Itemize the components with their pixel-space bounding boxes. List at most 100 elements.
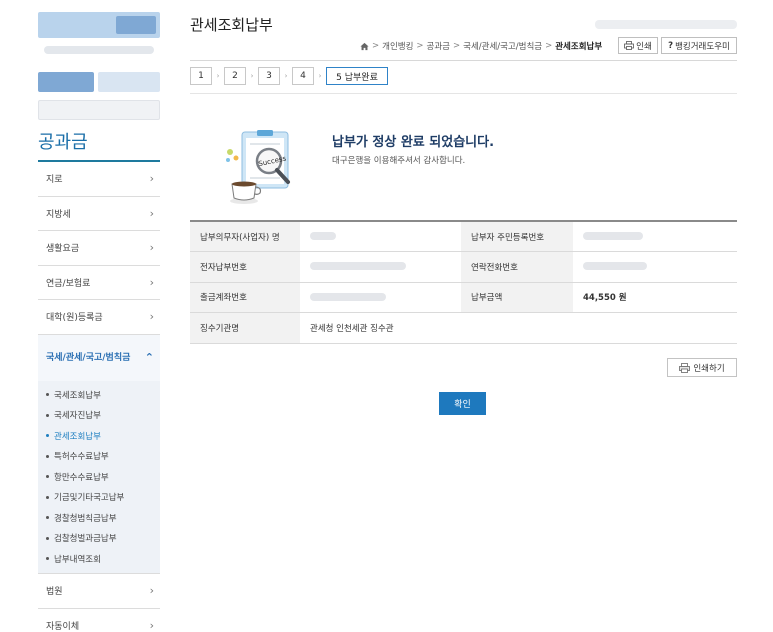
breadcrumb-separator: > (453, 41, 461, 51)
printer-icon (624, 41, 635, 50)
submenu-item-label: 국세자진납부 (54, 411, 101, 422)
redacted-value (310, 292, 386, 301)
table-value-cell (573, 221, 737, 252)
sidebar-item-label: 자동이체 (46, 621, 80, 632)
submenu-item-current[interactable]: 관세조회납부 (46, 426, 160, 447)
submenu-item[interactable]: 납부내역조회 (46, 549, 160, 570)
submenu-item[interactable]: 항만수수료납부 (46, 467, 160, 488)
search-box[interactable] (38, 100, 160, 120)
bullet-icon (46, 434, 49, 438)
table-header-cell: 납부의무자(사업자) 명 (190, 221, 300, 252)
table-row: 출금계좌번호 납부금액 44,550 원 (190, 282, 737, 313)
redacted-value (583, 262, 647, 271)
submenu-item[interactable]: 국세조회납부 (46, 385, 160, 406)
confirm-button[interactable]: 확인 (439, 392, 486, 415)
table-row: 징수기관명 관세청 인천세관 징수관 (190, 312, 737, 344)
submenu-item[interactable]: 검찰청벌과금납부 (46, 528, 160, 549)
submenu-item-label: 기금및기타국고납부 (54, 493, 125, 504)
chevron-right-icon: › (149, 241, 154, 255)
sidebar-item-label: 대학(원)등록금 (46, 313, 103, 324)
submenu-item[interactable]: 경찰청범칙금납부 (46, 508, 160, 529)
print-label: 인쇄 (636, 41, 652, 52)
submenu-item-label: 납부내역조회 (54, 554, 101, 565)
sidebar-item-label: 법원 (46, 587, 63, 598)
payment-amount: 44,550 원 (573, 282, 737, 313)
sidebar-item-pension[interactable]: 연금/보험료 › (38, 266, 160, 300)
breadcrumb-separator: > (416, 41, 424, 51)
sidebar-item-giro[interactable]: 지로 › (38, 162, 160, 197)
sidebar-item-utility[interactable]: 생활요금 › (38, 231, 160, 266)
redacted-value (583, 232, 643, 240)
clipboard-clip (257, 130, 273, 136)
breadcrumb-current: 관세조회납부 (555, 42, 603, 52)
table-header-cell: 납부자 주민등록번호 (461, 221, 573, 252)
submenu-item[interactable]: 기금및기타국고납부 (46, 487, 160, 508)
submenu-item-label: 국세조회납부 (54, 390, 101, 401)
sidebar-item-court[interactable]: 법원 › (38, 574, 160, 609)
question-icon: ? (668, 40, 674, 51)
submenu-item[interactable]: 특허수수료납부 (46, 446, 160, 467)
page-title: 관세조회납부 (190, 16, 273, 34)
login-button[interactable] (38, 12, 160, 38)
chevron-right-icon: › (149, 310, 154, 324)
bullet-icon (46, 454, 49, 458)
submenu-item-label: 관세조회납부 (54, 431, 101, 442)
table-value-cell (300, 282, 461, 313)
redacted-value (310, 232, 336, 240)
printer-icon (679, 362, 691, 373)
chevron-right-icon: › (149, 206, 154, 220)
step-arrow-icon: › (284, 72, 288, 80)
breadcrumb: > 개인뱅킹 > 공과금 > 국세/관세/국고/범칙금 > 관세조회납부 (360, 40, 602, 52)
decor-dot (226, 158, 230, 162)
submenu-item[interactable]: 국세자진납부 (46, 405, 160, 426)
banking-help-button[interactable]: ? 뱅킹거래도우미 (661, 37, 737, 54)
bullet-icon (46, 413, 49, 417)
sidebar: 공과금 지로 › 지방세 › 생활요금 › 연금/보험료 › 대학(원)등록금 … (38, 12, 160, 632)
home-icon[interactable] (360, 42, 369, 51)
submenu-item-label: 검찰청벌과금납부 (54, 534, 117, 545)
redacted-value (310, 262, 406, 271)
step-5-current: 5 납부완료 (326, 67, 388, 85)
breadcrumb-item[interactable]: 국세/관세/국고/범칙금 (463, 40, 542, 52)
bullet-icon (46, 495, 49, 499)
table-row: 전자납부번호 연락전화번호 (190, 251, 737, 283)
chevron-right-icon: › (149, 275, 154, 289)
account-button[interactable] (38, 72, 94, 92)
chevron-right-icon: › (149, 584, 154, 598)
login-box (38, 12, 160, 120)
redacted-header-info (595, 20, 737, 29)
sidebar-item-label: 연금/보험료 (46, 278, 91, 289)
sidebar-item-local-tax[interactable]: 지방세 › (38, 197, 160, 231)
step-2: 2 (224, 67, 246, 85)
bullet-icon (46, 536, 49, 540)
result-title: 납부가 정상 완료 되었습니다. (332, 135, 495, 150)
settings-button[interactable] (98, 72, 160, 92)
step-4: 4 (292, 67, 314, 85)
print-button-label: 인쇄하기 (693, 363, 725, 374)
chevron-right-icon: › (149, 172, 154, 186)
sidebar-item-tuition[interactable]: 대학(원)등록금 › (38, 300, 160, 335)
payment-info-table: 납부의무자(사업자) 명 납부자 주민등록번호 전자납부번호 연락전화번호 출금… (190, 220, 737, 344)
print-button[interactable]: 인쇄하기 (667, 358, 737, 377)
submenu-item-label: 경찰청범칙금납부 (54, 513, 117, 524)
breadcrumb-item[interactable]: 개인뱅킹 (382, 40, 413, 52)
table-value-cell (300, 251, 461, 283)
decor-dot (227, 149, 233, 155)
table-header-cell: 전자납부번호 (190, 251, 300, 283)
collecting-agency: 관세청 인천세관 징수관 (300, 312, 737, 344)
bullet-icon (46, 475, 49, 479)
login-info-line (44, 46, 154, 54)
step-arrow-icon: › (250, 72, 254, 80)
table-header-cell: 납부금액 (461, 282, 573, 313)
table-value-cell (573, 251, 737, 283)
print-button-top[interactable]: 인쇄 (618, 37, 658, 54)
sidebar-item-label: 생활요금 (46, 244, 80, 255)
step-arrow-icon: › (216, 72, 220, 80)
breadcrumb-item[interactable]: 공과금 (427, 40, 450, 52)
submenu-item-label: 항만수수료납부 (54, 472, 109, 483)
table-header-cell: 연락전화번호 (461, 251, 573, 283)
sidebar-item-national-tax[interactable]: 국세/관세/국고/범칙금 ⌃ (38, 334, 160, 381)
table-header-cell: 출금계좌번호 (190, 282, 300, 313)
sidebar-item-autotransfer[interactable]: 자동이체 › (38, 609, 160, 632)
login-button-accent (116, 16, 156, 34)
